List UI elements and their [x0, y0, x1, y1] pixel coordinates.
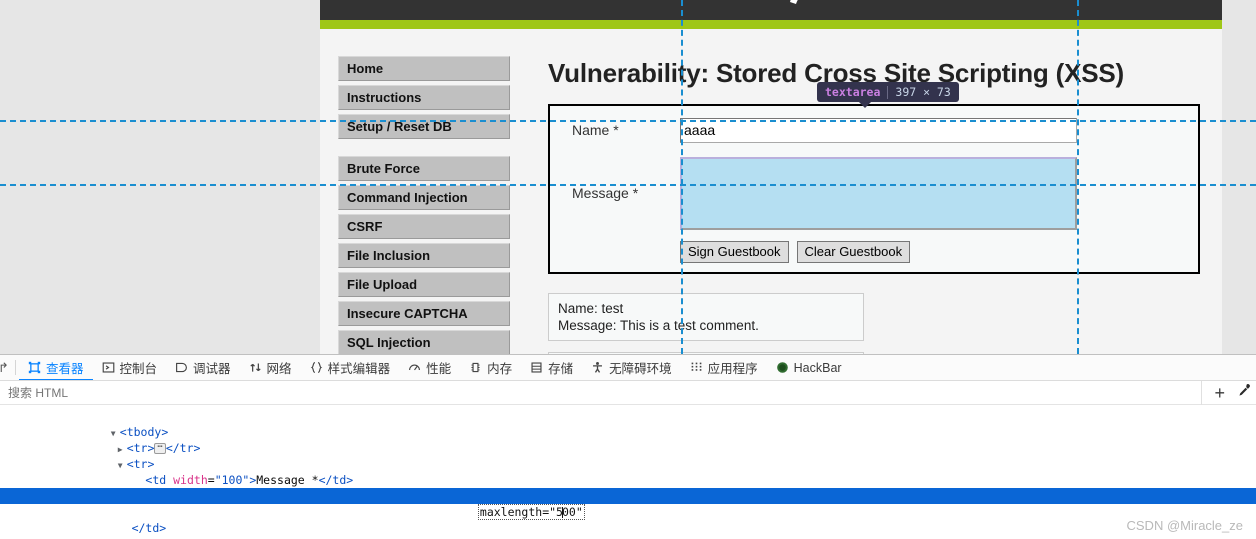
tab-hackbar[interactable]: HackBar — [767, 355, 851, 380]
inspector-tooltip-dimensions: 397 × 73 — [895, 85, 951, 99]
inspector-tooltip-tag: textarea — [825, 85, 881, 99]
form-row-name: Name * — [550, 106, 1198, 154]
network-icon — [249, 361, 262, 374]
sign-guestbook-button[interactable]: Sign Guestbook — [680, 241, 789, 263]
sidebar-item-setup-reset-db[interactable]: Setup / Reset DB — [338, 114, 510, 139]
clear-guestbook-button[interactable]: Clear Guestbook — [796, 241, 911, 263]
tab-style-editor[interactable]: 样式编辑器 — [301, 355, 400, 380]
tab-hackbar-label: HackBar — [793, 360, 842, 375]
performance-icon — [408, 361, 421, 374]
message-textarea[interactable] — [680, 156, 1077, 230]
search-actions: + — [1201, 381, 1252, 405]
site-header — [320, 0, 1222, 20]
sidebar-item-instructions[interactable]: Instructions — [338, 85, 510, 110]
search-input[interactable] — [6, 384, 306, 401]
sidebar-item-insecure-captcha[interactable]: Insecure CAPTCHA — [338, 301, 510, 326]
name-label: Name * — [572, 122, 619, 138]
name-input[interactable] — [680, 117, 1077, 143]
message-textarea-wrapper — [680, 156, 1077, 230]
tab-console-label: 控制台 — [119, 362, 158, 376]
tab-performance[interactable]: 性能 — [399, 355, 460, 380]
tab-accessibility[interactable]: 无障碍环境 — [582, 355, 681, 380]
main-content: Vulnerability: Stored Cross Site Scripti… — [548, 29, 1222, 354]
dom-line[interactable]: <td width="100">Message *</td> — [0, 456, 1256, 487]
guestbook-entries: Name: test Message: This is a test comme… — [548, 293, 1222, 354]
hackbar-icon — [776, 361, 789, 374]
devtools-tab-bar: ↱ 查看器 — [0, 355, 1256, 381]
guestbook-form: Name * Message * Sign Guestbook Clear Gu… — [548, 104, 1200, 274]
sidebar-nav: Home Instructions Setup / Reset DB Brute… — [338, 56, 510, 354]
guestbook-entry: Name: test Message: This is a test comme… — [548, 293, 864, 341]
console-icon — [102, 361, 115, 374]
sidebar-item-file-inclusion[interactable]: File Inclusion — [338, 243, 510, 268]
plus-icon[interactable]: + — [1214, 384, 1225, 402]
inspector-tooltip: textarea 397 × 73 — [817, 82, 959, 108]
sidebar-group-main: Home Instructions Setup / Reset DB — [338, 56, 510, 139]
inspector-tooltip-separator — [887, 85, 889, 99]
tab-network-label: 网络 — [266, 362, 292, 376]
dvwa-page: Home Instructions Setup / Reset DB Brute… — [320, 0, 1222, 354]
page-body: Home Instructions Setup / Reset DB Brute… — [320, 29, 1222, 354]
sidebar-item-command-injection[interactable]: Command Injection — [338, 185, 510, 210]
tab-accessibility-label: 无障碍环境 — [609, 362, 672, 376]
tab-divider — [15, 360, 16, 375]
devtools-dock-icon[interactable]: ↱ — [0, 360, 12, 376]
dom-line[interactable]: ▼<tr> — [0, 440, 1256, 471]
memory-icon — [469, 361, 482, 374]
sidebar-item-sql-injection[interactable]: SQL Injection — [338, 330, 510, 354]
tab-network[interactable]: 网络 — [240, 355, 301, 380]
dom-line[interactable]: ▼ <tbody> — [0, 408, 1256, 439]
devtools-search-row: + — [0, 381, 1256, 405]
tab-inspector[interactable]: 查看器 — [19, 355, 93, 380]
browser-viewport: Home Instructions Setup / Reset DB Brute… — [0, 0, 1256, 354]
sidebar-group-vulnerabilities: Brute Force Command Injection CSRF File … — [338, 156, 510, 354]
dom-line[interactable]: </tr> — [0, 520, 1256, 538]
tab-memory-label: 内存 — [487, 362, 513, 376]
dom-line[interactable]: </td> — [0, 504, 1256, 535]
sidebar-item-home[interactable]: Home — [338, 56, 510, 81]
entry-message: Message: This is a test comment. — [558, 318, 759, 333]
watermark: CSDN @Miracle_ze — [1126, 518, 1244, 533]
tab-debugger-label: 调试器 — [193, 362, 231, 376]
accessibility-icon — [591, 361, 604, 374]
tab-performance-label: 性能 — [426, 362, 452, 376]
tab-memory[interactable]: 内存 — [460, 355, 521, 380]
tab-console[interactable]: 控制台 — [93, 355, 167, 380]
sidebar-item-file-upload[interactable]: File Upload — [338, 272, 510, 297]
sidebar-item-csrf[interactable]: CSRF — [338, 214, 510, 239]
dom-line[interactable]: ▼<tr> — [0, 536, 1256, 538]
dom-line[interactable]: ▶ <tr> ⋯ </tr> — [0, 424, 1256, 455]
sidebar-item-brute-force[interactable]: Brute Force — [338, 156, 510, 181]
inspector-icon — [28, 361, 41, 374]
header-accent-bar — [320, 20, 1222, 29]
tab-storage-label: 存储 — [548, 362, 574, 376]
devtools-panel: ↱ 查看器 — [0, 354, 1256, 539]
form-row-message: Message * — [550, 154, 1198, 232]
entry-name: Name: test — [558, 301, 624, 316]
screenshot-root: Home Instructions Setup / Reset DB Brute… — [0, 0, 1256, 539]
style-editor-icon — [310, 361, 323, 374]
storage-icon — [530, 361, 543, 374]
dom-line[interactable]: ▼<td> — [0, 472, 1256, 503]
dom-tree: ▼ <tbody> ▶ <tr> ⋯ </tr> ▼ <tr> <td width="10… — [0, 405, 1256, 538]
sidebar-group-divider — [338, 143, 510, 156]
tab-storage[interactable]: 存储 — [521, 355, 582, 380]
tab-debugger[interactable]: 调试器 — [166, 355, 240, 380]
debugger-icon — [175, 361, 188, 374]
tab-inspector-label: 查看器 — [46, 362, 84, 376]
eyedropper-icon[interactable] — [1237, 383, 1252, 403]
dom-line-selected[interactable]: <textarea name="mtxMessage" cols="50" ro… — [0, 488, 1256, 520]
tab-style-editor-label: 样式编辑器 — [327, 362, 391, 376]
form-row-buttons: Sign Guestbook Clear Guestbook — [550, 232, 1198, 272]
tab-application[interactable]: 应用程序 — [681, 355, 767, 380]
tab-application-label: 应用程序 — [707, 362, 758, 376]
dvwa-logo-icon — [790, 0, 798, 4]
application-icon — [690, 361, 703, 374]
message-label: Message * — [572, 185, 639, 201]
